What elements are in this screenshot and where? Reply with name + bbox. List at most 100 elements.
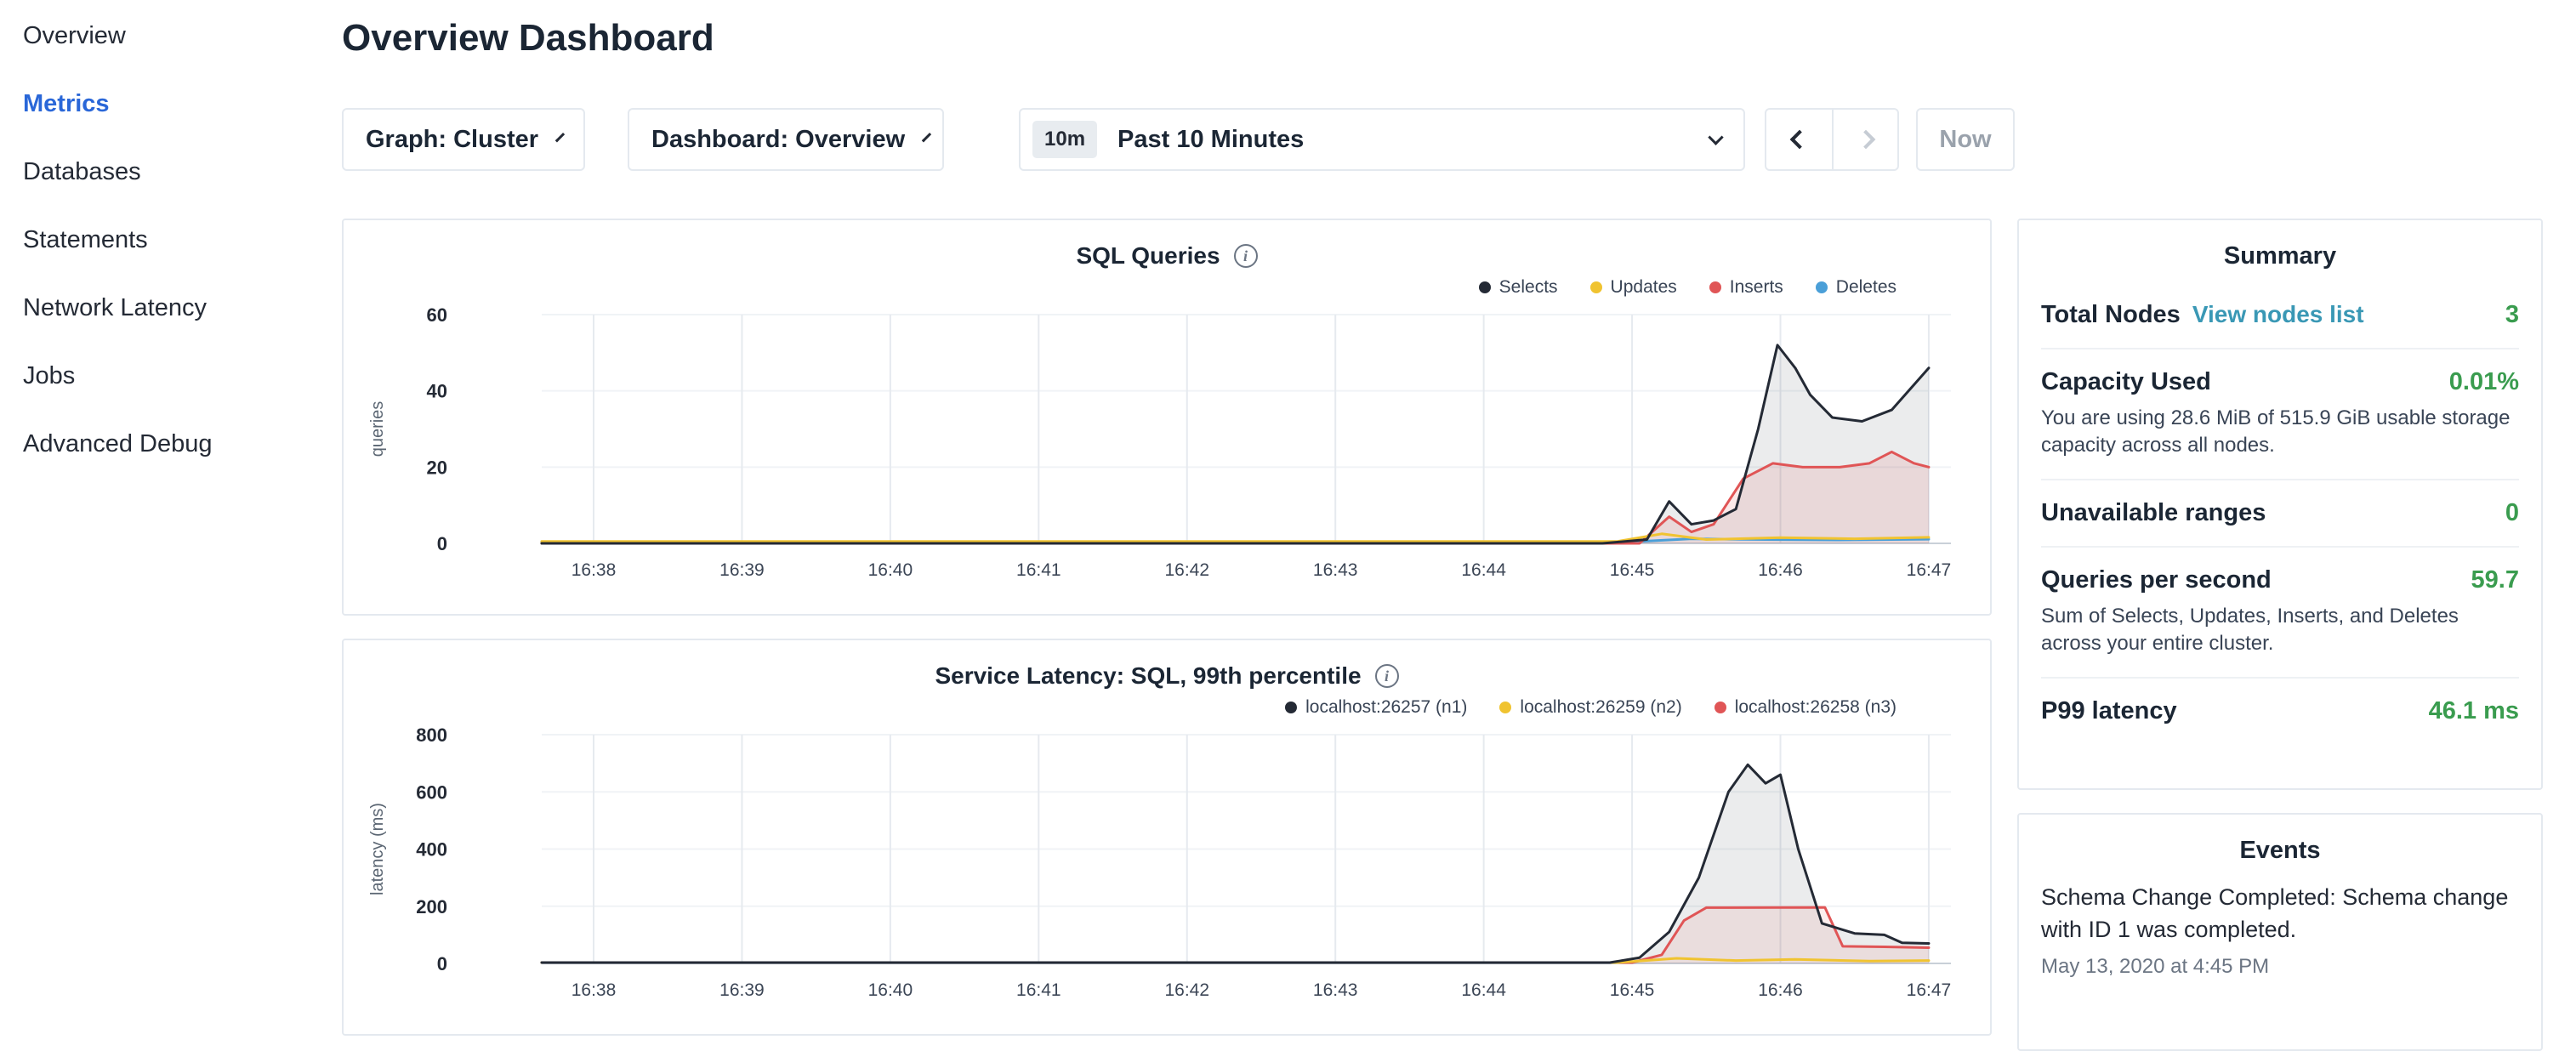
sidebar-item-label: Databases — [23, 158, 141, 186]
sidebar-item-label: Statements — [23, 226, 148, 254]
series-color-dot — [1499, 702, 1511, 713]
sidebar-item-databases[interactable]: Databases — [0, 138, 342, 206]
chevron-down-icon — [1708, 129, 1723, 145]
event-item[interactable]: Schema Change Completed: Schema change w… — [2041, 882, 2519, 979]
summary-value: 59.7 — [2471, 566, 2519, 594]
svg-text:16:39: 16:39 — [719, 560, 765, 580]
legend-item: Updates — [1590, 277, 1677, 298]
page-title: Overview Dashboard — [342, 17, 714, 60]
summary-title: Summary — [2041, 220, 2519, 282]
summary-value: 46.1 ms — [2429, 697, 2519, 725]
svg-text:16:44: 16:44 — [1461, 560, 1506, 580]
time-window-label: Past 10 Minutes — [1117, 126, 1304, 154]
now-button[interactable]: Now — [1916, 108, 2015, 171]
svg-text:16:44: 16:44 — [1461, 980, 1506, 1000]
sidebar-item-jobs[interactable]: Jobs — [0, 342, 342, 410]
legend-item: Inserts — [1709, 277, 1783, 298]
sql-queries-plot: 16:3816:3916:4016:4116:4216:4316:4416:45… — [344, 302, 1990, 601]
sidebar-item-advanced-debug[interactable]: Advanced Debug — [0, 410, 342, 478]
chart-title: SQL Queries — [1076, 242, 1220, 270]
service-latency-plot: 16:3816:3916:4016:4116:4216:4316:4416:45… — [344, 722, 1990, 1021]
chevron-left-icon — [1789, 130, 1809, 150]
legend-label: localhost:26258 (n3) — [1735, 697, 1896, 718]
svg-text:latency (ms): latency (ms) — [368, 803, 387, 895]
svg-text:20: 20 — [427, 457, 447, 478]
summary-description: You are using 28.6 MiB of 515.9 GiB usab… — [2041, 405, 2519, 460]
events-title: Events — [2041, 815, 2519, 877]
graph-scope-dropdown[interactable]: Graph: Cluster — [342, 108, 585, 171]
sidebar-item-label: Metrics — [23, 90, 110, 118]
svg-text:16:43: 16:43 — [1313, 560, 1358, 580]
sidebar-item-label: Network Latency — [23, 294, 207, 322]
chevron-right-icon — [1856, 130, 1875, 150]
svg-text:16:46: 16:46 — [1758, 980, 1803, 1000]
summary-description: Sum of Selects, Updates, Inserts, and De… — [2041, 603, 2519, 658]
events-panel: Events Schema Change Completed: Schema c… — [2017, 813, 2543, 1051]
series-color-dot — [1479, 281, 1491, 293]
svg-text:16:41: 16:41 — [1016, 560, 1061, 580]
time-next-button[interactable] — [1832, 110, 1897, 169]
series-color-dot — [1816, 281, 1828, 293]
summary-label: P99 latency — [2041, 697, 2177, 725]
legend-item: Selects — [1479, 277, 1558, 298]
series-color-dot — [1590, 281, 1602, 293]
svg-text:16:40: 16:40 — [868, 560, 913, 580]
sql-queries-chart-card: SQL Queries Selects Updates Inserts Dele… — [342, 219, 1992, 616]
svg-text:queries: queries — [368, 401, 387, 457]
svg-text:16:40: 16:40 — [868, 980, 913, 1000]
info-icon[interactable] — [1234, 244, 1258, 268]
info-icon[interactable] — [1375, 664, 1399, 688]
chart-title-row: SQL Queries — [344, 220, 1990, 273]
svg-text:40: 40 — [427, 381, 447, 402]
svg-text:16:47: 16:47 — [1907, 980, 1952, 1000]
legend-label: localhost:26259 (n2) — [1520, 697, 1681, 718]
svg-text:400: 400 — [416, 839, 447, 861]
time-pager — [1765, 108, 1899, 171]
chart-legend: localhost:26257 (n1) localhost:26259 (n2… — [344, 693, 1990, 722]
svg-text:16:38: 16:38 — [571, 980, 617, 1000]
view-nodes-list-link[interactable]: View nodes list — [2192, 301, 2364, 327]
legend-label: Inserts — [1730, 277, 1783, 298]
svg-text:800: 800 — [416, 724, 447, 746]
time-window-badge: 10m — [1032, 121, 1097, 158]
summary-label: Queries per second — [2041, 566, 2272, 594]
svg-text:16:38: 16:38 — [571, 560, 617, 580]
time-prev-button[interactable] — [1766, 110, 1832, 169]
summary-row-total-nodes: Total Nodes View nodes list 3 — [2041, 282, 2519, 349]
legend-item: localhost:26259 (n2) — [1499, 697, 1681, 718]
time-window-dropdown[interactable]: 10m Past 10 Minutes — [1019, 108, 1745, 171]
sidebar-item-statements[interactable]: Statements — [0, 206, 342, 274]
svg-text:200: 200 — [416, 896, 447, 917]
summary-value: 3 — [2505, 301, 2519, 329]
graph-scope-label: Graph: Cluster — [366, 126, 538, 154]
sidebar-item-metrics[interactable]: Metrics — [0, 70, 342, 138]
sidebar-item-label: Advanced Debug — [23, 430, 213, 458]
chart-legend: Selects Updates Inserts Deletes — [344, 273, 1990, 302]
chevron-down-icon — [922, 133, 931, 142]
dashboard-dropdown[interactable]: Dashboard: Overview — [628, 108, 944, 171]
svg-text:16:43: 16:43 — [1313, 980, 1358, 1000]
chart-title: Service Latency: SQL, 99th percentile — [935, 662, 1361, 690]
series-color-dot — [1714, 702, 1726, 713]
event-timestamp: May 13, 2020 at 4:45 PM — [2041, 955, 2519, 979]
summary-row-p99-latency: P99 latency 46.1 ms — [2041, 679, 2519, 744]
series-color-dot — [1709, 281, 1721, 293]
svg-text:16:45: 16:45 — [1610, 980, 1655, 1000]
svg-text:16:42: 16:42 — [1164, 560, 1209, 580]
legend-item: localhost:26258 (n3) — [1714, 697, 1896, 718]
now-button-label: Now — [1939, 126, 1991, 154]
sidebar-item-label: Jobs — [23, 362, 75, 390]
svg-text:16:41: 16:41 — [1016, 980, 1061, 1000]
summary-label: Total Nodes — [2041, 301, 2181, 328]
legend-label: Updates — [1611, 277, 1677, 298]
legend-label: Selects — [1499, 277, 1558, 298]
legend-item: localhost:26257 (n1) — [1285, 697, 1467, 718]
summary-value: 0.01% — [2449, 368, 2519, 396]
sidebar-item-label: Overview — [23, 22, 126, 50]
service-latency-chart-card: Service Latency: SQL, 99th percentile lo… — [342, 639, 1992, 1036]
svg-text:0: 0 — [437, 533, 447, 554]
sidebar-item-network-latency[interactable]: Network Latency — [0, 274, 342, 342]
summary-label: Unavailable ranges — [2041, 499, 2266, 527]
svg-text:16:46: 16:46 — [1758, 560, 1803, 580]
sidebar-item-overview[interactable]: Overview — [0, 2, 342, 70]
